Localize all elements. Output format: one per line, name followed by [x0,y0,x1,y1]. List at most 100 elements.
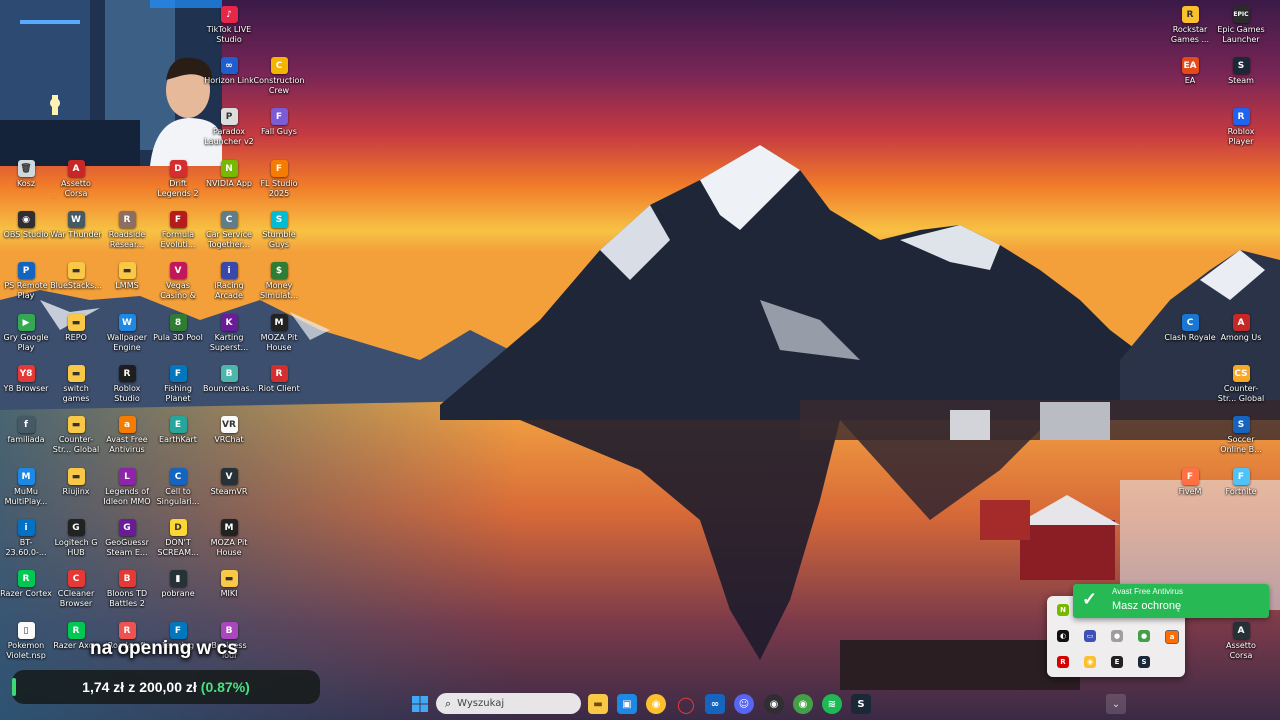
desktop-icon-assetto2[interactable]: A Assetto Corsa [1217,618,1265,668]
desktop-icon-familiada[interactable]: f familiada [2,412,50,462]
desktop-icon-amongus[interactable]: A Among Us [1217,310,1265,360]
desktop-icon-kosz[interactable]: 🗑 Kosz [2,156,50,206]
desktop-icon-tiktok[interactable]: ♪ TikTok LIVE Studio [205,2,253,52]
desktop-icon-moza1[interactable]: M MOZA Pit House [255,310,303,360]
desktop-icon-paradox[interactable]: P Paradox Launcher v2 [204,104,254,154]
desktop-icon-miki[interactable]: ▬ MIKI [205,566,253,616]
desktop-icon-ea[interactable]: EA EA [1166,53,1214,103]
meta-icon[interactable]: ∞ [705,694,725,714]
assetto2-icon: A [1232,622,1250,639]
desktop-icon-label: NVIDIA App [206,179,252,188]
desktop-icon-switch[interactable]: ▬ switch games [52,361,100,411]
desktop-icon-vegas[interactable]: V Vegas Casino & Slots Sl... [154,258,202,308]
chrome-icon[interactable]: ◉ [1084,656,1096,668]
desktop-icon-moza2[interactable]: M MOZA Pit House [205,515,253,565]
desktop-icon-gry[interactable]: ▶ Gry Google Play [2,310,50,360]
epic-icon[interactable]: E [1111,656,1123,668]
desktop-icon-bluestacks[interactable]: ▬ BlueStacks... [50,258,102,308]
desktop-icon-flstudio[interactable]: F FL Studio 2025 [255,156,303,206]
desktop-icon-dontscream[interactable]: D DON'T SCREAM... [154,515,202,565]
chrome-2-icon[interactable]: ◉ [793,694,813,714]
desktop-icon-robloxplayer[interactable]: R Roblox Player [1217,104,1265,154]
desktop-icon-pokemon[interactable]: ▯ Pokemon Violet.nsp [2,618,50,668]
desktop-icon-carservice[interactable]: C Car Service Together... [205,207,253,257]
desktop-icon-stumble[interactable]: S Stumble Guys [255,207,303,257]
store-icon[interactable]: ▣ [617,694,637,714]
desktop-icon-csglobal2[interactable]: CS Counter-Str... Global Offe... [1217,361,1265,411]
desktop-icon-vrchat[interactable]: VR VRChat [205,412,253,462]
ea-icon: EA [1181,57,1199,74]
desktop-icon-csglobal1[interactable]: ▬ Counter-Str... Global Offe... [52,412,100,462]
steam-icon[interactable]: S [1138,656,1150,668]
desktop-icon-lmms[interactable]: ▬ LMMS [103,258,151,308]
desktop-icon-rockstar[interactable]: R Rockstar Games ... [1166,2,1214,52]
desktop-icon-fishing[interactable]: F Fishing Planet [154,361,202,411]
desktop-icon-cell[interactable]: C Cell to Singulari... [154,464,202,514]
desktop-icon-assetto[interactable]: A Assetto Corsa Competizio... [52,156,100,206]
desktop-icon-logitech[interactable]: G Logitech G HUB [52,515,100,565]
desktop-icon-bouncemas[interactable]: B Bouncemas... [203,361,255,411]
desktop-icon-repo[interactable]: ▬ REPO [52,310,100,360]
drive-icon[interactable]: ● [1111,630,1123,642]
desktop-icon-earthkart[interactable]: E EarthKart [154,412,202,462]
desktop-icon-karting[interactable]: K Karting Superst... [205,310,253,360]
desktop-icon-razercortex[interactable]: R Razer Cortex [0,566,52,616]
desktop-icon-soccer[interactable]: S Soccer Online B... [1217,412,1265,462]
desktop-icon-drift[interactable]: D Drift Legends 2 [154,156,202,206]
green-shield-icon[interactable]: ● [1138,630,1150,642]
desktop-icon-bloons[interactable]: B Bloons TD Battles 2 [103,566,151,616]
nvidia-icon[interactable]: N [1057,604,1069,616]
flstudio-icon: F [270,160,288,177]
roblox-icon[interactable]: R [1057,656,1069,668]
taskbar-search[interactable]: ⌕ Wyszukaj [436,693,581,714]
desktop-icon-legends[interactable]: L Legends of Idleon MMO [103,464,151,514]
desktop-icon-fortnite[interactable]: F Fortnite [1217,464,1265,514]
desktop-icon-robloxstudio[interactable]: R Roblox Studio [103,361,151,411]
desktop-icon-pobrane[interactable]: ▮ pobrane [154,566,202,616]
desktop-icon-riot[interactable]: R Riot Client [255,361,303,411]
monitor-icon[interactable]: ▭ [1084,630,1096,642]
opera-icon[interactable]: ◯ [676,694,696,714]
desktop-icon-roadside[interactable]: R Roadside Resear... [103,207,151,257]
desktop-icon-riujinx[interactable]: ▬ Riujinx [52,464,100,514]
show-hidden-icons-button[interactable]: ⌄ [1106,694,1126,714]
discord-icon[interactable]: ☺ [734,694,754,714]
cell-icon: C [169,468,187,485]
desktop-icon-geoguessr[interactable]: G GeoGuessr Steam E... [103,515,151,565]
file-explorer-icon[interactable]: ▬ [588,694,608,714]
desktop-icon-y8[interactable]: Y8 Y8 Browser [2,361,50,411]
desktop-icon-clashroyale[interactable]: C Clash Royale [1164,310,1216,360]
desktop-icon-label: switch games [62,384,90,403]
desktop-icon-warthunder[interactable]: W War Thunder [50,207,102,257]
desktop-icon-construction[interactable]: C Construction Crew (Demo) [254,53,304,103]
razer-icon[interactable]: ◐ [1057,630,1069,642]
desktop-icon-label: Soccer Online B... [1220,435,1262,454]
desktop-icon-formula[interactable]: F Formula Evoluti... [154,207,202,257]
paradox-icon: P [220,108,238,125]
desktop-icon-psremote[interactable]: P PS Remote Play [2,258,50,308]
desktop-icon-horizon[interactable]: ∞ Horizon Link [204,53,254,103]
chrome-taskbar-icon[interactable]: ◉ [646,694,666,714]
avast-icon[interactable]: a [1165,630,1179,644]
desktop-icon-steamvr[interactable]: V SteamVR [205,464,253,514]
desktop-icon-fivem[interactable]: F FiveM [1166,464,1214,514]
desktop-icon-avast[interactable]: a Avast Free Antivirus [103,412,151,462]
desktop-icon-bt[interactable]: i BT-23.60.0-... (1) [2,515,50,565]
desktop-icon-wallpaper[interactable]: W Wallpaper Engine [103,310,151,360]
desktop-icon-iracing[interactable]: i iRacing Arcade Demo [205,258,253,308]
desktop-icon-pula[interactable]: 8 Pula 3D Pool [153,310,203,360]
desktop-icon-ccleaner[interactable]: C CCleaner Browser [52,566,100,616]
avast-notification-toast[interactable]: ✓ Avast Free Antivirus Masz ochronę [1073,584,1269,618]
desktop-icon-obs[interactable]: ◉ OBS Studio [2,207,50,257]
steam-taskbar-icon[interactable]: S [851,694,871,714]
obs-taskbar-icon[interactable]: ◉ [764,694,784,714]
desktop-icon-nvidia[interactable]: N NVIDIA App [205,156,253,206]
desktop-icon-money[interactable]: $ Money Simulat... [255,258,303,308]
desktop-icon-mumu[interactable]: M MuMu MultiPlay... [2,464,50,514]
mumu-icon: M [17,468,35,485]
desktop-icon-epic[interactable]: EPIC Epic Games Launcher [1217,2,1265,52]
desktop-icon-steam[interactable]: S Steam [1217,53,1265,103]
spotify-icon[interactable]: ≋ [822,694,842,714]
desktop-icon-fallguys[interactable]: F Fall Guys [255,104,303,154]
start-button[interactable] [410,694,430,714]
